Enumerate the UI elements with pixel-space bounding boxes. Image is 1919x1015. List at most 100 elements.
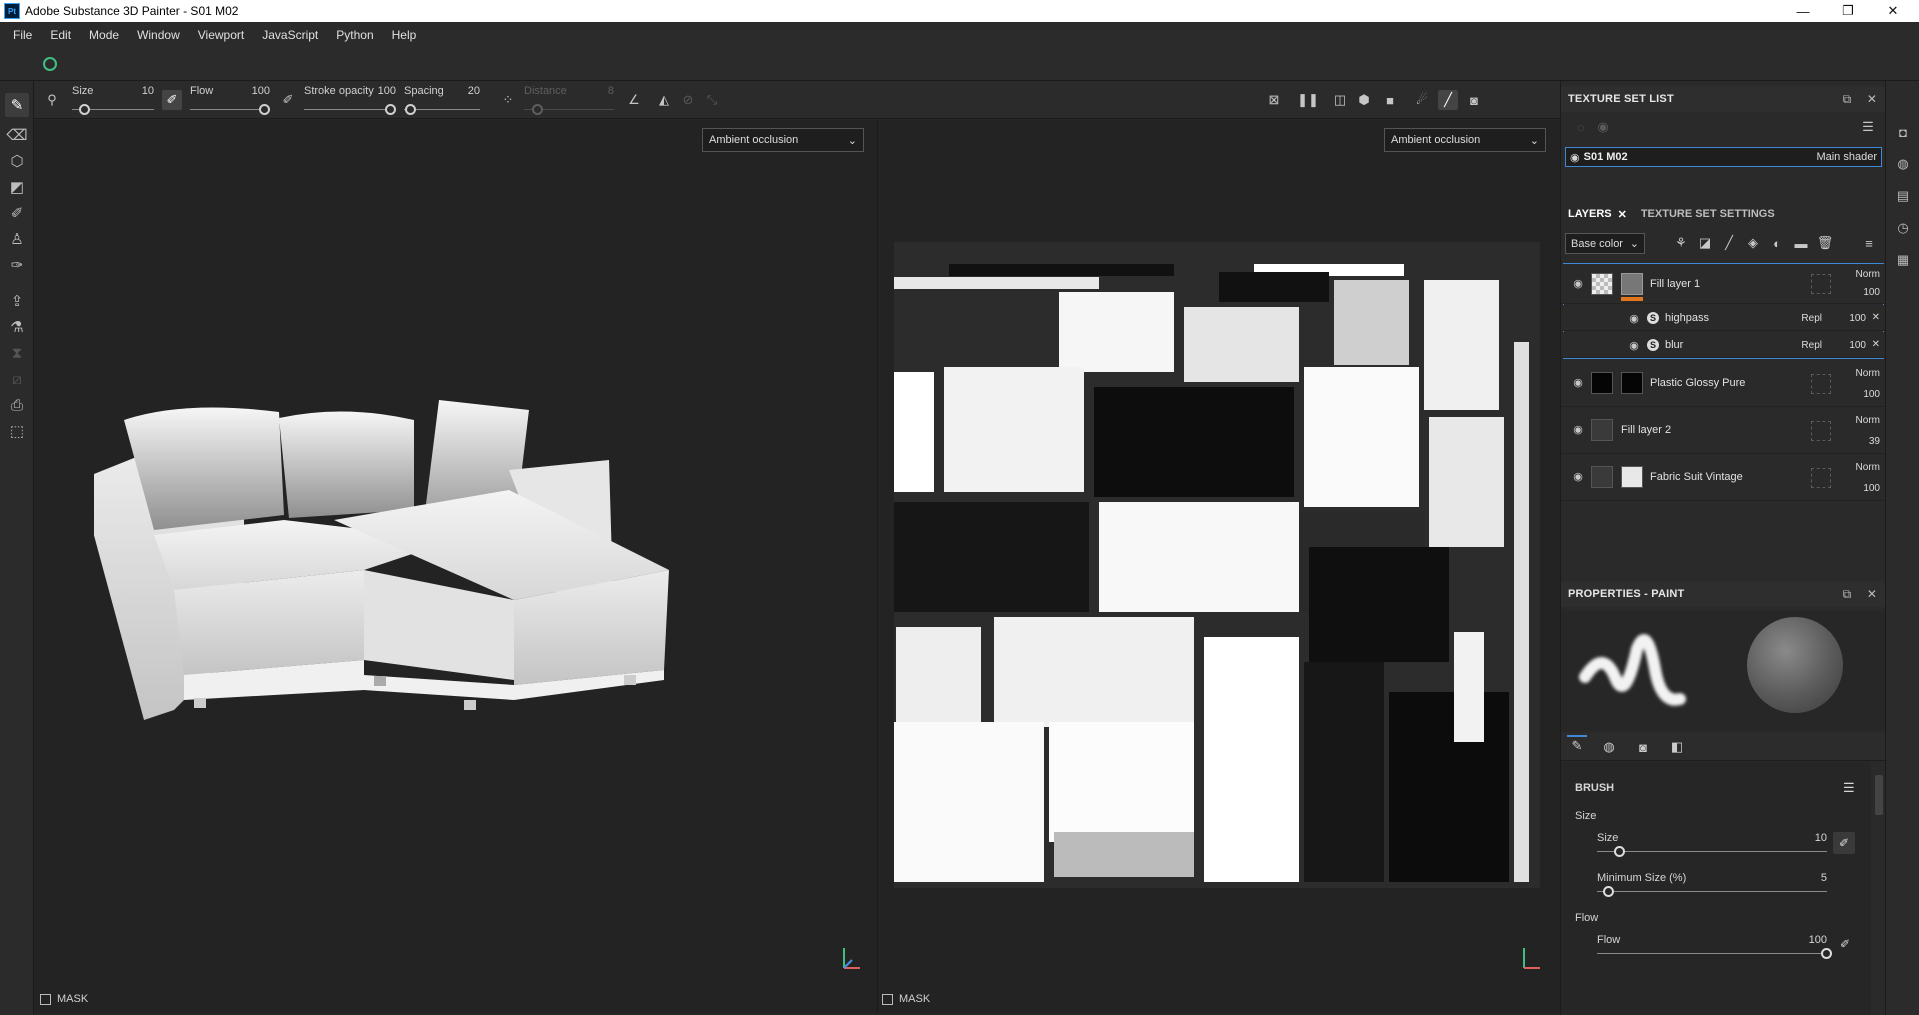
- eye-icon[interactable]: ◉: [1627, 313, 1641, 325]
- log-icon[interactable]: ▦: [1894, 251, 1912, 269]
- spacing-slider[interactable]: Spacing 20: [404, 81, 480, 119]
- opacity-value[interactable]: 100: [1849, 313, 1866, 324]
- tab-alpha-icon[interactable]: ◍: [1599, 737, 1619, 757]
- iray-icon[interactable]: ☄: [1412, 90, 1432, 110]
- layer-mask-slot[interactable]: [1811, 421, 1831, 441]
- eye-icon[interactable]: ◉: [1570, 151, 1580, 164]
- mask-toggle-2d[interactable]: MASK: [882, 993, 930, 1005]
- mask-toggle-3d[interactable]: MASK: [40, 993, 88, 1005]
- menu-help[interactable]: Help: [383, 28, 426, 42]
- opacity-value[interactable]: 39: [1869, 436, 1880, 447]
- blend-mode-select[interactable]: Norm: [1856, 462, 1880, 473]
- opacity-value[interactable]: 100: [1849, 340, 1866, 351]
- min-size-track[interactable]: [1597, 891, 1827, 892]
- hide-ui-icon[interactable]: ⊠: [1264, 90, 1284, 110]
- minimize-button[interactable]: —: [1781, 0, 1825, 22]
- history-icon[interactable]: ◷: [1894, 219, 1912, 237]
- blend-mode-select[interactable]: Repl: [1801, 313, 1822, 324]
- eye-icon[interactable]: ◉: [1571, 471, 1585, 483]
- menu-edit[interactable]: Edit: [41, 28, 80, 42]
- smudge-tool-icon[interactable]: ✐: [5, 201, 29, 225]
- size-slider-knob[interactable]: [79, 104, 91, 115]
- float-panel-icon[interactable]: ⧉: [1839, 586, 1855, 602]
- texture-set-row[interactable]: ◉ S01 M02 Main shader: [1565, 147, 1882, 167]
- opacity-value[interactable]: 100: [1863, 483, 1880, 494]
- mask-checkbox[interactable]: [40, 993, 51, 1005]
- flow-slider-knob[interactable]: [259, 104, 270, 115]
- blend-mode-select[interactable]: Norm: [1856, 415, 1880, 426]
- mask-checkbox[interactable]: [882, 993, 893, 1005]
- eye-icon[interactable]: ◉: [1571, 377, 1585, 389]
- eraser-tool-icon[interactable]: ⌫: [5, 123, 29, 147]
- screenshot-icon[interactable]: ◙: [1464, 90, 1484, 110]
- layer-row[interactable]: ◉ Fill layer 1 Norm 100: [1561, 264, 1886, 304]
- spacing-slider-knob[interactable]: [405, 104, 417, 115]
- menu-mode[interactable]: Mode: [80, 28, 128, 42]
- layer-menu-icon[interactable]: ≡: [1859, 233, 1879, 253]
- layer-mask-slot[interactable]: [1811, 468, 1831, 488]
- viewport-2d[interactable]: Ambient occlusion ⌄ MASK: [878, 120, 1560, 1013]
- pause-icon[interactable]: ❚❚: [1297, 90, 1319, 110]
- effect-row[interactable]: ◉ S blur Repl 100 ✕: [1561, 332, 1886, 358]
- add-paint-layer-icon[interactable]: ╱: [1719, 233, 1739, 253]
- min-size-knob[interactable]: [1602, 886, 1614, 897]
- layer-row[interactable]: ◉ Fabric Suit Vintage Norm 100: [1561, 455, 1886, 501]
- layer-mask-slot[interactable]: [1811, 274, 1831, 294]
- layer-row[interactable]: ◉ Fill layer 2 Norm 39: [1561, 408, 1886, 454]
- camera-icon[interactable]: ■: [1380, 90, 1400, 110]
- brush-size-knob[interactable]: [1614, 846, 1625, 857]
- maximize-button[interactable]: ❐: [1826, 0, 1870, 22]
- menu-python[interactable]: Python: [327, 28, 382, 42]
- add-mask-icon[interactable]: ◪: [1695, 233, 1715, 253]
- float-panel-icon[interactable]: ⧉: [1839, 91, 1855, 107]
- layer-row[interactable]: ◉ Plastic Glossy Pure Norm 100: [1561, 361, 1886, 407]
- projection-tool-icon[interactable]: ⬡: [5, 149, 29, 173]
- channel-select[interactable]: Base color ⌄: [1565, 233, 1645, 254]
- eye-icon[interactable]: ◉: [1627, 340, 1641, 352]
- properties-scrollbar[interactable]: [1875, 775, 1883, 815]
- flow-pressure-icon[interactable]: ✐: [1840, 937, 1850, 951]
- menu-file[interactable]: File: [4, 28, 41, 42]
- bake-tool-icon[interactable]: ⇪: [5, 289, 29, 313]
- color-picker-tool-icon[interactable]: ✑: [5, 253, 29, 277]
- add-smart-material-icon[interactable]: ◐: [1767, 233, 1787, 253]
- polygon-fill-tool-icon[interactable]: ◩: [5, 175, 29, 199]
- lazy-mouse-icon[interactable]: ⁘: [498, 90, 518, 110]
- size-slider[interactable]: Size 10: [72, 81, 154, 119]
- environment-icon[interactable]: ◍: [1894, 155, 1912, 173]
- close-panel-icon[interactable]: ✕: [1864, 586, 1880, 602]
- flow-track[interactable]: [1597, 953, 1827, 954]
- paint-brush-tool-icon[interactable]: ✎: [5, 93, 29, 117]
- close-tab-icon[interactable]: ✕: [1618, 208, 1627, 221]
- flow-slider[interactable]: Flow 100: [190, 81, 270, 119]
- tab-layers[interactable]: LAYERS ✕: [1561, 202, 1634, 226]
- viewport-2d-channel-select[interactable]: Ambient occlusion ⌄: [1384, 128, 1546, 152]
- blend-mode-select[interactable]: Norm: [1856, 368, 1880, 379]
- texture-set-menu-icon[interactable]: ☰: [1858, 117, 1878, 137]
- remove-effect-icon[interactable]: ✕: [1872, 312, 1880, 323]
- blend-mode-select[interactable]: Repl: [1801, 340, 1822, 351]
- line-angle-icon[interactable]: ∠: [624, 90, 644, 110]
- layer-mask-slot[interactable]: [1811, 374, 1831, 394]
- opacity-value[interactable]: 100: [1863, 287, 1880, 298]
- export-icon[interactable]: ⎙: [5, 393, 29, 417]
- size-pressure-button[interactable]: ✐: [1833, 832, 1855, 854]
- tab-texture-set-settings[interactable]: TEXTURE SET SETTINGS: [1634, 202, 1782, 226]
- tab-stencil-icon[interactable]: ◙: [1633, 737, 1653, 757]
- blend-mode-select[interactable]: Norm: [1856, 269, 1880, 280]
- shelf-icon[interactable]: ▤: [1894, 187, 1912, 205]
- remove-effect-icon[interactable]: ✕: [1872, 339, 1880, 350]
- opacity-value[interactable]: 100: [1863, 389, 1880, 400]
- close-window-button[interactable]: ✕: [1871, 0, 1915, 22]
- flow-knob[interactable]: [1821, 948, 1832, 959]
- split-view-icon[interactable]: ◫: [1330, 90, 1350, 110]
- display-settings-icon[interactable]: ⬢: [1354, 90, 1374, 110]
- brush-size-track[interactable]: [1597, 851, 1827, 852]
- eye-icon[interactable]: ◉: [1571, 278, 1585, 290]
- baking-mode-icon[interactable]: ⚗: [5, 315, 29, 339]
- painting-mode-icon[interactable]: ╱: [1438, 90, 1458, 110]
- effect-row[interactable]: ◉ S highpass Repl 100 ✕: [1561, 305, 1886, 331]
- symmetry-icon[interactable]: ◭: [654, 90, 674, 110]
- viewport-3d[interactable]: Ambient occlusion ⌄ MASK: [34, 120, 877, 1013]
- tab-brush-icon[interactable]: ✎: [1567, 735, 1587, 755]
